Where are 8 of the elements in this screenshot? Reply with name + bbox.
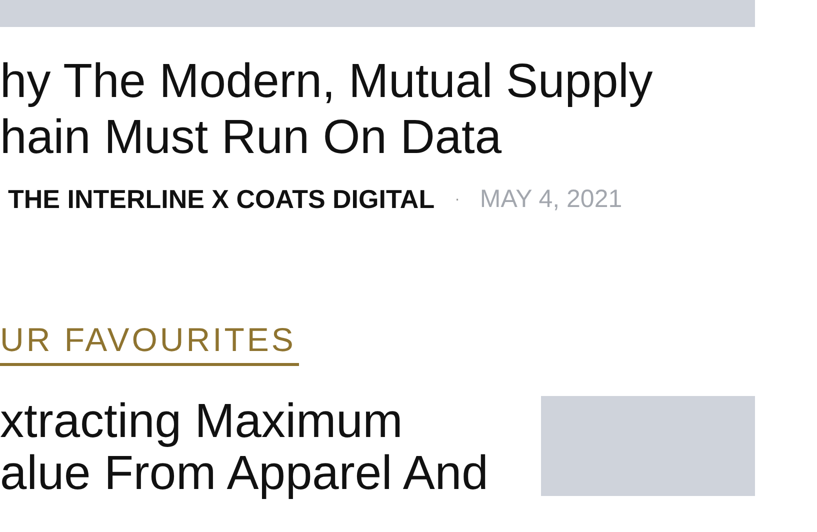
- post-title-line[interactable]: hain Must Run On Data: [0, 110, 502, 166]
- post-date: MAY 4, 2021: [480, 185, 622, 214]
- post-title-line[interactable]: hy The Modern, Mutual Supply: [0, 54, 653, 110]
- section-heading: UR FAVOURITES: [0, 321, 299, 366]
- author-link[interactable]: THE INTERLINE X COATS DIGITAL: [8, 184, 435, 215]
- post-title-line[interactable]: xtracting Maximum: [0, 396, 403, 448]
- separator-dot: ·: [454, 190, 460, 208]
- post-title-line[interactable]: alue From Apparel And: [0, 448, 488, 500]
